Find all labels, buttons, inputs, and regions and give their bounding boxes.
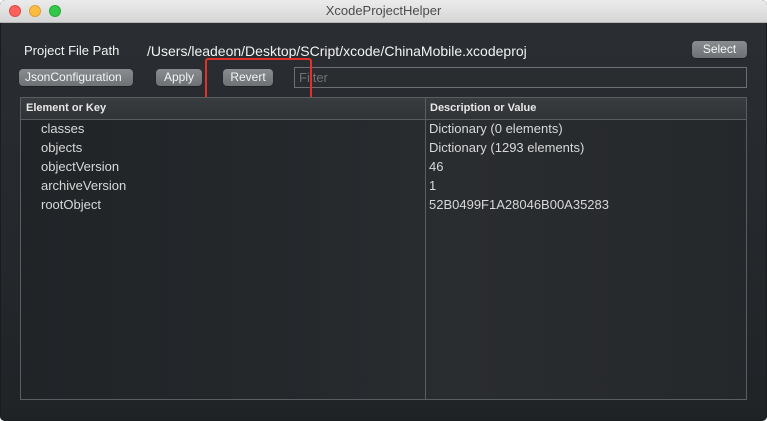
table-row[interactable]: objectVersion 46 bbox=[21, 158, 746, 177]
table-row[interactable]: archiveVersion 1 bbox=[21, 177, 746, 196]
row-value: 1 bbox=[429, 178, 437, 193]
table-row[interactable]: classes Dictionary (0 elements) bbox=[21, 120, 746, 139]
row-value: Dictionary (1293 elements) bbox=[429, 140, 585, 155]
row-key: archiveVersion bbox=[41, 178, 127, 193]
row-key: classes bbox=[41, 121, 85, 136]
select-button[interactable]: Select bbox=[692, 41, 747, 58]
row-value: Dictionary (0 elements) bbox=[429, 121, 563, 136]
filter-input[interactable] bbox=[294, 67, 747, 88]
column-header-key[interactable]: Element or Key bbox=[26, 102, 106, 114]
row-value: 46 bbox=[429, 159, 444, 174]
apply-button[interactable]: Apply bbox=[156, 69, 202, 86]
project-file-path-label: Project File Path bbox=[24, 43, 120, 58]
title-bar[interactable]: XcodeProjectHelper bbox=[0, 0, 767, 23]
app-window: XcodeProjectHelper Project File Path /Us… bbox=[0, 0, 767, 421]
project-outline-table[interactable]: Element or Key Description or Value clas… bbox=[20, 97, 747, 400]
table-row[interactable]: rootObject 52B0499F1A28046B00A35283 bbox=[21, 196, 746, 215]
row-value: 52B0499F1A28046B00A35283 bbox=[429, 197, 609, 212]
project-file-path-value: /Users/leadeon/Desktop/SCript/xcode/Chin… bbox=[147, 43, 527, 59]
row-key: objectVersion bbox=[41, 159, 120, 174]
window-title: XcodeProjectHelper bbox=[325, 3, 442, 18]
table-header: Element or Key Description or Value bbox=[21, 98, 746, 120]
row-key: objects bbox=[41, 140, 83, 155]
table-row[interactable]: objects Dictionary (1293 elements) bbox=[21, 139, 746, 158]
row-key: rootObject bbox=[41, 197, 101, 212]
json-configuration-button[interactable]: JsonConfiguration bbox=[19, 69, 133, 86]
column-header-value[interactable]: Description or Value bbox=[430, 102, 536, 114]
